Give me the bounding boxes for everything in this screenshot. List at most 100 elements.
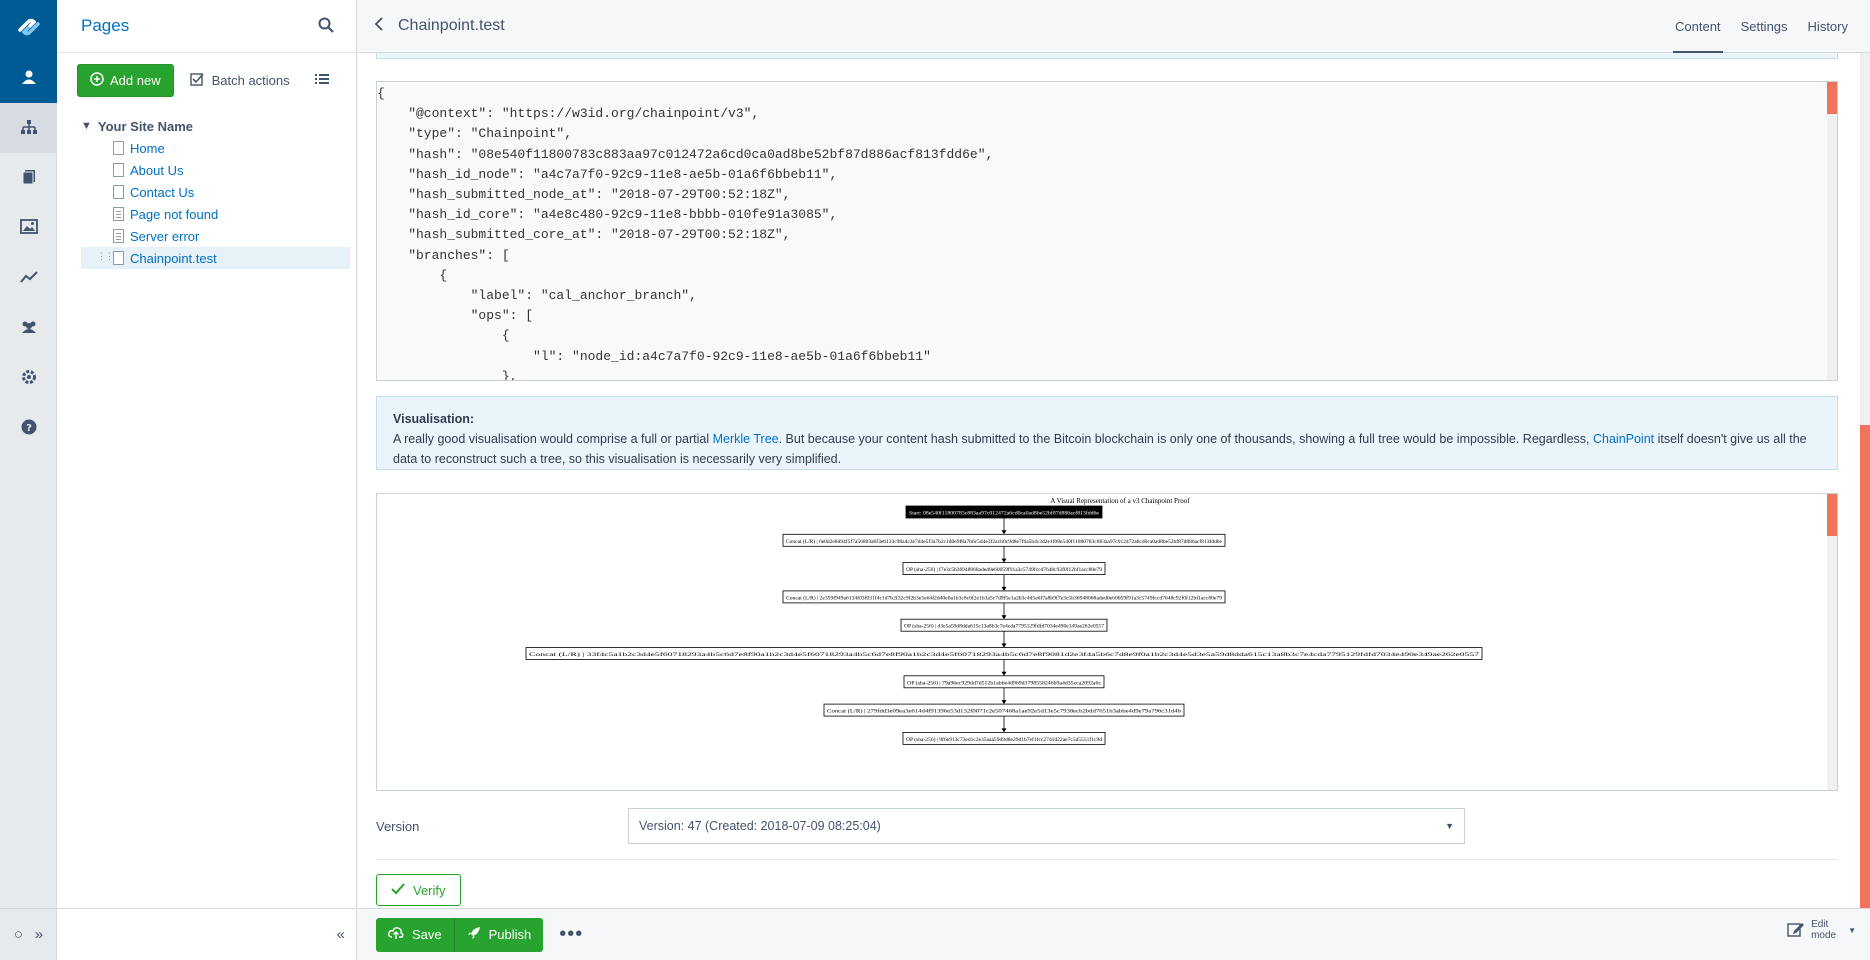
menu-footer: ○ » <box>0 908 57 960</box>
publish-label: Publish <box>488 927 532 942</box>
settings-menu-item[interactable] <box>0 353 57 403</box>
diagram-title: A Visual Representation of a v3 Chainpoi… <box>1050 497 1190 505</box>
chainpoint-link[interactable]: ChainPoint <box>1593 432 1654 446</box>
verify-button[interactable]: Verify <box>376 874 461 906</box>
help-icon: ? <box>21 419 37 438</box>
tab-content[interactable]: Content <box>1665 0 1731 53</box>
security-icon <box>19 320 39 337</box>
tree-root[interactable]: ▼ Your Site Name <box>81 115 356 137</box>
edit-tabs: Content Settings History <box>1665 0 1870 53</box>
tree-node-label: Contact Us <box>130 184 195 200</box>
tree-node-chainpoint-test[interactable]: ⋮⋮ Chainpoint.test <box>81 247 350 269</box>
info-box-edge <box>376 53 1838 59</box>
site-tree-icon <box>20 119 38 138</box>
version-label: Version <box>376 818 420 834</box>
back-chevron-icon[interactable] <box>374 16 384 36</box>
rocket-icon <box>467 926 481 943</box>
list-view-icon[interactable] <box>314 72 330 89</box>
diagram-arrowhead <box>1001 671 1007 676</box>
images-icon <box>19 219 38 237</box>
visualisation-text-1: A really good visualisation would compri… <box>393 432 713 446</box>
tree-node-label: Server error <box>130 228 200 244</box>
save-button[interactable]: Save <box>376 917 455 952</box>
diagram-node-label: Concat (L/R) | 33f4c5a1b2c3d4e5f60718293… <box>529 651 1479 658</box>
tree-node-label: Home <box>130 140 165 156</box>
edit-header: Chainpoint.test Content Settings History <box>358 0 1870 53</box>
site-tree-menu-item[interactable] <box>0 103 57 153</box>
tree-node-page-not-found[interactable]: Page not found <box>81 203 356 225</box>
collapse-panel-icon[interactable]: « <box>337 926 345 943</box>
diagram-node-label: Concat (L/R) | 6e0d2e8d94f5f7a56803a6f3e… <box>786 538 1222 545</box>
files-menu-item[interactable] <box>0 153 57 203</box>
diagram-arrowhead <box>1001 728 1007 733</box>
drag-handle-icon[interactable]: ⋮⋮ <box>97 251 114 262</box>
visualisation-text-2: . But because your content hash submitte… <box>778 432 1593 446</box>
code-scroll-thumb[interactable] <box>1827 82 1837 114</box>
help-menu-item[interactable]: ? <box>0 403 57 453</box>
page-icon <box>113 251 124 265</box>
page-scroll-thumb[interactable] <box>1860 425 1870 908</box>
check-icon <box>391 882 405 898</box>
caret-down-icon[interactable]: ▼ <box>81 120 92 132</box>
diagram-node-label: OP (sha-256) | 9f6e913c73ed1c2e35aaa59d9… <box>906 736 1102 743</box>
tree-header: Pages <box>57 0 356 53</box>
diagram-node-label: Concat (L/R) | 279fdd3e09ea3e614d4f91396… <box>827 708 1181 715</box>
publish-button[interactable]: Publish <box>454 917 544 952</box>
page-tree-panel: Pages Add new Batch actions ▼ Your Site … <box>57 0 357 960</box>
files-icon <box>22 169 36 188</box>
images-menu-item[interactable] <box>0 203 57 253</box>
diagram-arrowhead <box>1001 558 1007 563</box>
diagram-node-label: OP (sha-256) | f7e3c5b36948068aded0e6005… <box>906 566 1102 573</box>
page-scrollbar[interactable] <box>1860 53 1870 908</box>
tree-node-contact-us[interactable]: Contact Us <box>81 181 356 203</box>
reports-menu-item[interactable] <box>0 253 57 303</box>
tree-node-about-us[interactable]: About Us <box>81 159 356 181</box>
proof-json-field[interactable]: { "@context": "https://w3id.org/chainpoi… <box>376 81 1838 381</box>
diagram-arrowhead <box>1001 615 1007 620</box>
caret-down-icon[interactable]: ▼ <box>1848 925 1856 936</box>
edit-mode-label-line1: Edit <box>1811 919 1829 930</box>
tree-node-server-error[interactable]: Server error <box>81 225 356 247</box>
tree-node-home[interactable]: Home <box>81 137 356 159</box>
viz-scroll-thumb[interactable] <box>1827 494 1837 536</box>
search-icon[interactable] <box>318 17 334 36</box>
security-menu-item[interactable] <box>0 303 57 353</box>
add-new-button[interactable]: Add new <box>77 63 174 97</box>
tree-actions: Add new Batch actions <box>57 53 356 107</box>
add-new-label: Add new <box>110 72 161 88</box>
version-select[interactable]: Version: 47 (Created: 2018-07-09 08:25:0… <box>628 808 1465 844</box>
profile-menu-item[interactable] <box>0 53 57 103</box>
more-options-icon[interactable]: ••• <box>559 923 583 946</box>
checkbox-icon <box>189 72 204 89</box>
edit-mode-toggle[interactable]: Edit mode ▼ <box>1787 919 1856 941</box>
tab-settings[interactable]: Settings <box>1731 0 1798 53</box>
version-field: Version Version: 47 (Created: 2018-07-09… <box>376 808 1838 844</box>
page-icon <box>113 185 124 199</box>
merkle-tree-link[interactable]: Merkle Tree <box>713 432 779 446</box>
tree-title: Pages <box>81 16 130 35</box>
edit-icon <box>1787 921 1805 940</box>
plus-circle-icon <box>90 71 104 89</box>
version-value: Version: 47 (Created: 2018-07-09 08:25:0… <box>639 819 881 833</box>
diagram-arrowhead <box>1001 530 1007 535</box>
silverstripe-logo[interactable] <box>0 0 57 53</box>
batch-actions-label: Batch actions <box>211 72 290 88</box>
form-actions: Save Publish ••• Edit mode ▼ <box>358 908 1870 960</box>
proof-json-text: { "@context": "https://w3id.org/chainpoi… <box>377 86 994 381</box>
diagram-node-label: Concat (L/R) | 2e359f949a6134f03f031f4c1… <box>786 594 1222 601</box>
error-page-icon <box>113 229 124 243</box>
reports-icon <box>19 270 38 287</box>
code-scrollbar[interactable] <box>1827 82 1837 380</box>
root-label: Your Site Name <box>97 118 194 134</box>
status-circle-icon[interactable]: ○ <box>14 926 23 943</box>
tree-node-label: Page not found <box>130 206 219 222</box>
expand-menu-icon[interactable]: » <box>35 926 43 943</box>
batch-actions-toggle[interactable]: Batch actions <box>189 72 290 89</box>
edit-mode-label-line2: mode <box>1811 930 1837 941</box>
diagram-arrowhead <box>1001 700 1007 705</box>
error-page-icon <box>113 207 124 221</box>
tab-history[interactable]: History <box>1798 0 1870 53</box>
proof-visualisation: A Visual Representation of a v3 Chainpoi… <box>376 493 1838 791</box>
viz-scrollbar[interactable] <box>1827 494 1837 790</box>
diagram-arrowhead <box>1001 586 1007 591</box>
